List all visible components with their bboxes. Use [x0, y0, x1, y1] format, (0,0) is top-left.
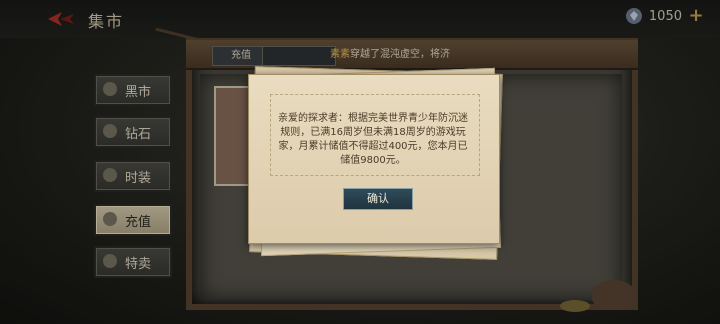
dialog-message: 亲爱的探求者：根据完美世界青少年防沉迷规则，已满16周岁但未满18周岁的游戏玩家…: [278, 113, 468, 166]
confirm-button[interactable]: 确认: [343, 188, 413, 210]
